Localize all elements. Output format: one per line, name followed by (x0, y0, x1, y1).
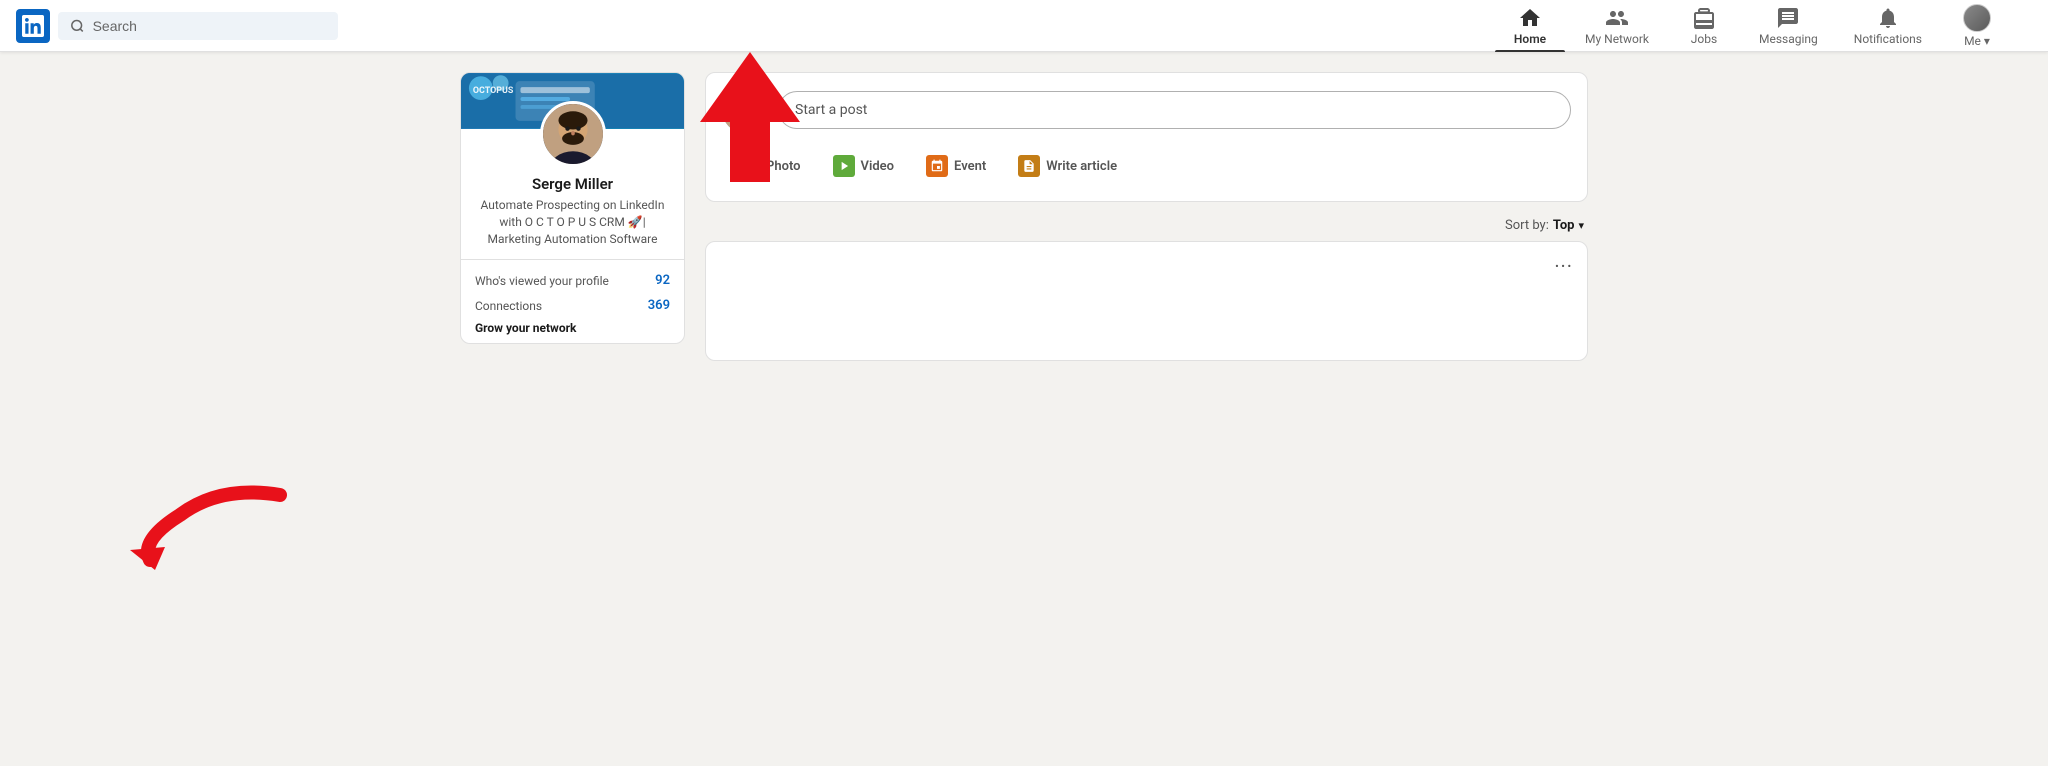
profile-avatar[interactable] (540, 101, 606, 167)
feed: Start a post Photo Video (705, 72, 1588, 361)
navbar-left (16, 9, 338, 43)
photo-action[interactable]: Photo (722, 147, 817, 185)
my-network-label: My Network (1585, 32, 1649, 46)
me-avatar (1963, 4, 1991, 32)
sort-bar: Sort by: Top ▾ (705, 210, 1588, 241)
post-avatar-image (722, 87, 768, 133)
nav-item-notifications[interactable]: Notifications (1838, 0, 1938, 52)
event-icon (926, 155, 948, 177)
profile-headline: Automate Prospecting on LinkedIn with O … (461, 193, 684, 247)
nav-item-my-network[interactable]: My Network (1569, 0, 1665, 52)
sort-chevron-icon[interactable]: ▾ (1578, 219, 1584, 232)
photo-label: Photo (766, 159, 801, 174)
messaging-label: Messaging (1759, 32, 1818, 46)
sort-value: Top (1553, 218, 1575, 233)
video-label: Video (861, 159, 895, 174)
sidebar: OCTOPUS (460, 72, 685, 361)
connections-label: Connections (475, 299, 542, 313)
nav-item-messaging[interactable]: Messaging (1743, 0, 1834, 52)
jobs-icon (1692, 6, 1716, 30)
post-options-button[interactable]: ··· (1554, 254, 1573, 278)
article-action[interactable]: Write article (1002, 147, 1133, 185)
search-input[interactable] (93, 18, 326, 34)
profile-views-label: Who's viewed your profile (475, 274, 609, 288)
nav-item-home[interactable]: Home (1495, 0, 1565, 52)
nav-item-me[interactable]: Me ▾ (1942, 0, 2012, 52)
main-content: OCTOPUS (460, 52, 1588, 381)
post-input-row: Start a post (722, 87, 1571, 133)
profile-name: Serge Miller (532, 175, 613, 193)
post-card: ··· (705, 241, 1588, 361)
photo-icon (738, 155, 760, 177)
navbar: Home My Network Jobs (0, 0, 2048, 52)
post-box: Start a post Photo Video (705, 72, 1588, 202)
sort-by-label: Sort by: (1505, 218, 1549, 233)
post-avatar-small (722, 87, 768, 133)
home-label: Home (1514, 32, 1546, 46)
linkedin-logo[interactable] (16, 9, 50, 43)
profile-views-value: 92 (655, 273, 670, 288)
grow-network-label[interactable]: Grow your network (475, 318, 670, 335)
me-label: Me ▾ (1964, 34, 1990, 48)
profile-stats: Who's viewed your profile 92 Connections… (461, 259, 684, 343)
notifications-label: Notifications (1854, 32, 1922, 46)
article-label: Write article (1046, 159, 1117, 174)
post-actions: Photo Video Event (722, 143, 1571, 185)
article-icon (1018, 155, 1040, 177)
my-network-icon (1605, 6, 1629, 30)
video-action[interactable]: Video (817, 147, 911, 185)
event-label: Event (954, 159, 986, 174)
start-post-input[interactable]: Start a post (778, 91, 1571, 129)
search-icon (70, 18, 85, 34)
connections-value: 369 (648, 298, 670, 313)
avatar-image (543, 101, 603, 167)
home-icon (1518, 6, 1542, 30)
jobs-label: Jobs (1691, 32, 1717, 46)
profile-card: OCTOPUS (460, 72, 685, 344)
event-action[interactable]: Event (910, 147, 1002, 185)
notifications-icon (1876, 6, 1900, 30)
connections-row[interactable]: Connections 369 (475, 293, 670, 318)
messaging-icon (1776, 6, 1800, 30)
profile-views-row[interactable]: Who's viewed your profile 92 (475, 268, 670, 293)
search-bar[interactable] (58, 12, 338, 40)
nav-item-jobs[interactable]: Jobs (1669, 0, 1739, 52)
video-icon (833, 155, 855, 177)
arrow-left-stats (120, 475, 290, 579)
navbar-center: Home My Network Jobs (1495, 0, 2012, 52)
svg-text:OCTOPUS: OCTOPUS (473, 86, 514, 96)
